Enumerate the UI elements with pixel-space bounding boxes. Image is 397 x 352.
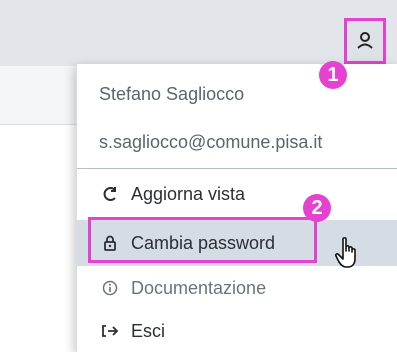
menu-item-label: Esci — [131, 320, 166, 341]
step-badge-2: 2 — [303, 194, 331, 222]
logout-icon — [101, 324, 119, 338]
info-icon — [101, 280, 119, 296]
step-badge-1: 1 — [319, 61, 347, 89]
user-email: s.sagliocco@comune.pisa.it — [99, 131, 323, 152]
menu-item-logout[interactable]: Esci — [77, 310, 397, 352]
refresh-icon — [101, 186, 119, 202]
menu-item-refresh[interactable]: Aggiorna vista — [77, 168, 397, 220]
user-icon — [357, 32, 373, 49]
menu-item-label: Aggiorna vista — [131, 183, 246, 204]
user-dropdown-menu: Stefano Sagliocco s.sagliocco@comune.pis… — [76, 64, 397, 352]
user-name: Stefano Sagliocco — [99, 83, 245, 104]
annotation-highlight-box — [88, 217, 317, 263]
user-menu-button[interactable] — [344, 18, 386, 64]
top-bar — [0, 0, 397, 66]
menu-item-label: Documentazione — [131, 277, 267, 298]
hand-cursor-icon — [334, 236, 362, 275]
